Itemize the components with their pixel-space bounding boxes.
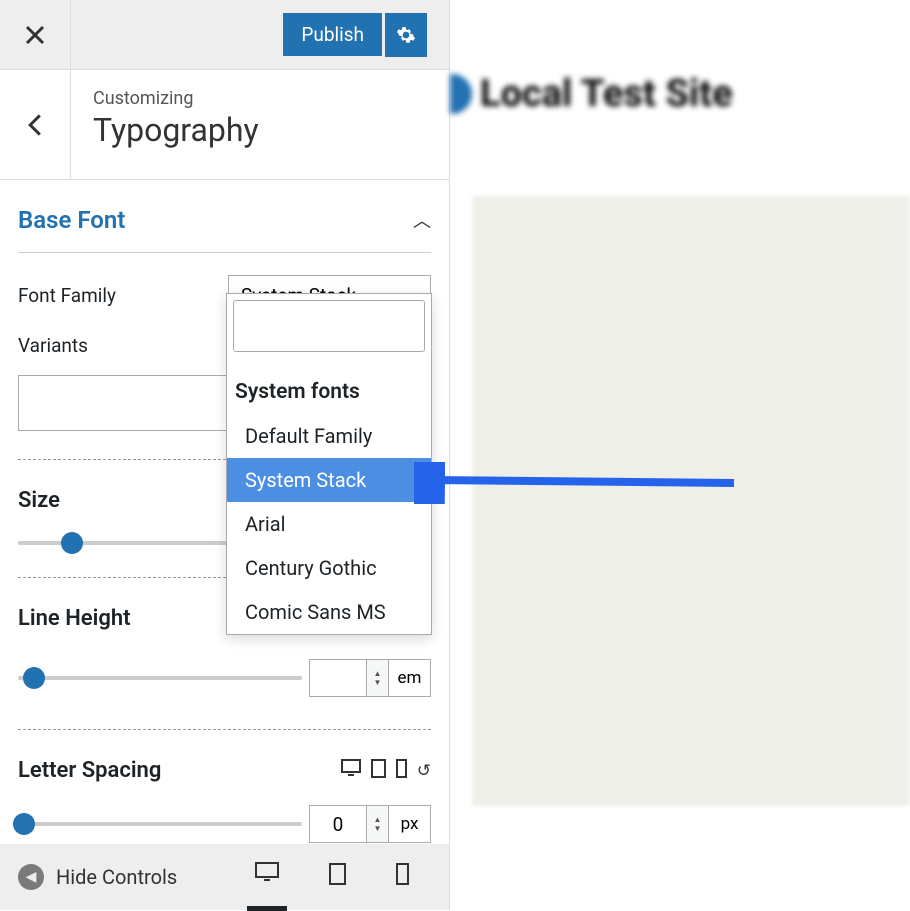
line-height-input[interactable] — [309, 659, 367, 697]
letter-spacing-input[interactable] — [309, 805, 367, 843]
view-mobile-button[interactable] — [388, 845, 417, 909]
letter-spacing-slider[interactable] — [18, 822, 302, 826]
accordion-title: Base Font — [18, 206, 125, 234]
chevron-up-icon: ︿ — [413, 207, 431, 233]
line-height-unit: em — [389, 659, 431, 697]
line-height-slider[interactable] — [18, 676, 302, 680]
customizer-footer: ◀ Hide Controls — [0, 844, 449, 910]
line-height-slider-thumb[interactable] — [23, 667, 45, 689]
letter-spacing-spinner[interactable]: ▲▼ — [367, 805, 389, 843]
close-icon — [25, 25, 45, 45]
back-button[interactable] — [0, 70, 71, 179]
letter-spacing-label: Letter Spacing — [18, 758, 161, 783]
collapse-icon: ◀ — [18, 864, 44, 890]
dropdown-item-century-gothic[interactable]: Century Gothic — [227, 546, 431, 590]
size-slider-thumb[interactable] — [61, 532, 83, 554]
site-logo — [450, 74, 472, 114]
site-title: Local Test Site — [480, 72, 733, 116]
section-title: Typography — [93, 111, 259, 149]
desktop-icon — [255, 862, 279, 882]
publish-button[interactable]: Publish — [283, 13, 382, 56]
variants-label: Variants — [18, 334, 88, 357]
font-family-label: Font Family — [18, 284, 116, 307]
view-desktop-button[interactable] — [247, 844, 287, 911]
customizer-header: Publish — [0, 0, 449, 70]
line-height-spinner[interactable]: ▲▼ — [367, 659, 389, 697]
tablet-icon — [329, 863, 346, 885]
dropdown-item-arial[interactable]: Arial — [227, 502, 431, 546]
accordion-base-font[interactable]: Base Font ︿ — [18, 198, 431, 253]
letter-spacing-slider-thumb[interactable] — [13, 813, 35, 835]
close-button[interactable] — [0, 0, 71, 70]
preview-pane: Local Test Site — [450, 0, 910, 910]
mobile-icon — [396, 863, 409, 885]
dropdown-item-default-family[interactable]: Default Family — [227, 414, 431, 458]
divider — [18, 729, 431, 730]
dropdown-item-system-stack[interactable]: System Stack — [227, 458, 431, 502]
dropdown-search-input[interactable] — [233, 300, 425, 352]
customizing-label: Customizing — [93, 88, 259, 109]
letter-spacing-unit: px — [389, 805, 431, 843]
reset-icon[interactable]: ↺ — [417, 761, 431, 781]
dropdown-group-label: System fonts — [227, 358, 431, 414]
hide-controls-button[interactable]: ◀ Hide Controls — [18, 864, 177, 890]
font-family-dropdown: System fonts Default Family System Stack… — [226, 293, 432, 635]
publish-settings-button[interactable] — [385, 13, 427, 57]
chevron-left-icon — [27, 113, 43, 137]
mobile-icon[interactable] — [396, 759, 407, 783]
view-tablet-button[interactable] — [321, 845, 354, 909]
dropdown-item-comic-sans[interactable]: Comic Sans MS — [227, 590, 431, 634]
tablet-icon[interactable] — [371, 759, 386, 783]
preview-content — [472, 196, 910, 806]
gear-icon — [396, 25, 416, 45]
section-header: Customizing Typography — [0, 70, 449, 180]
hide-controls-label: Hide Controls — [56, 865, 177, 889]
desktop-icon[interactable] — [341, 759, 361, 782]
